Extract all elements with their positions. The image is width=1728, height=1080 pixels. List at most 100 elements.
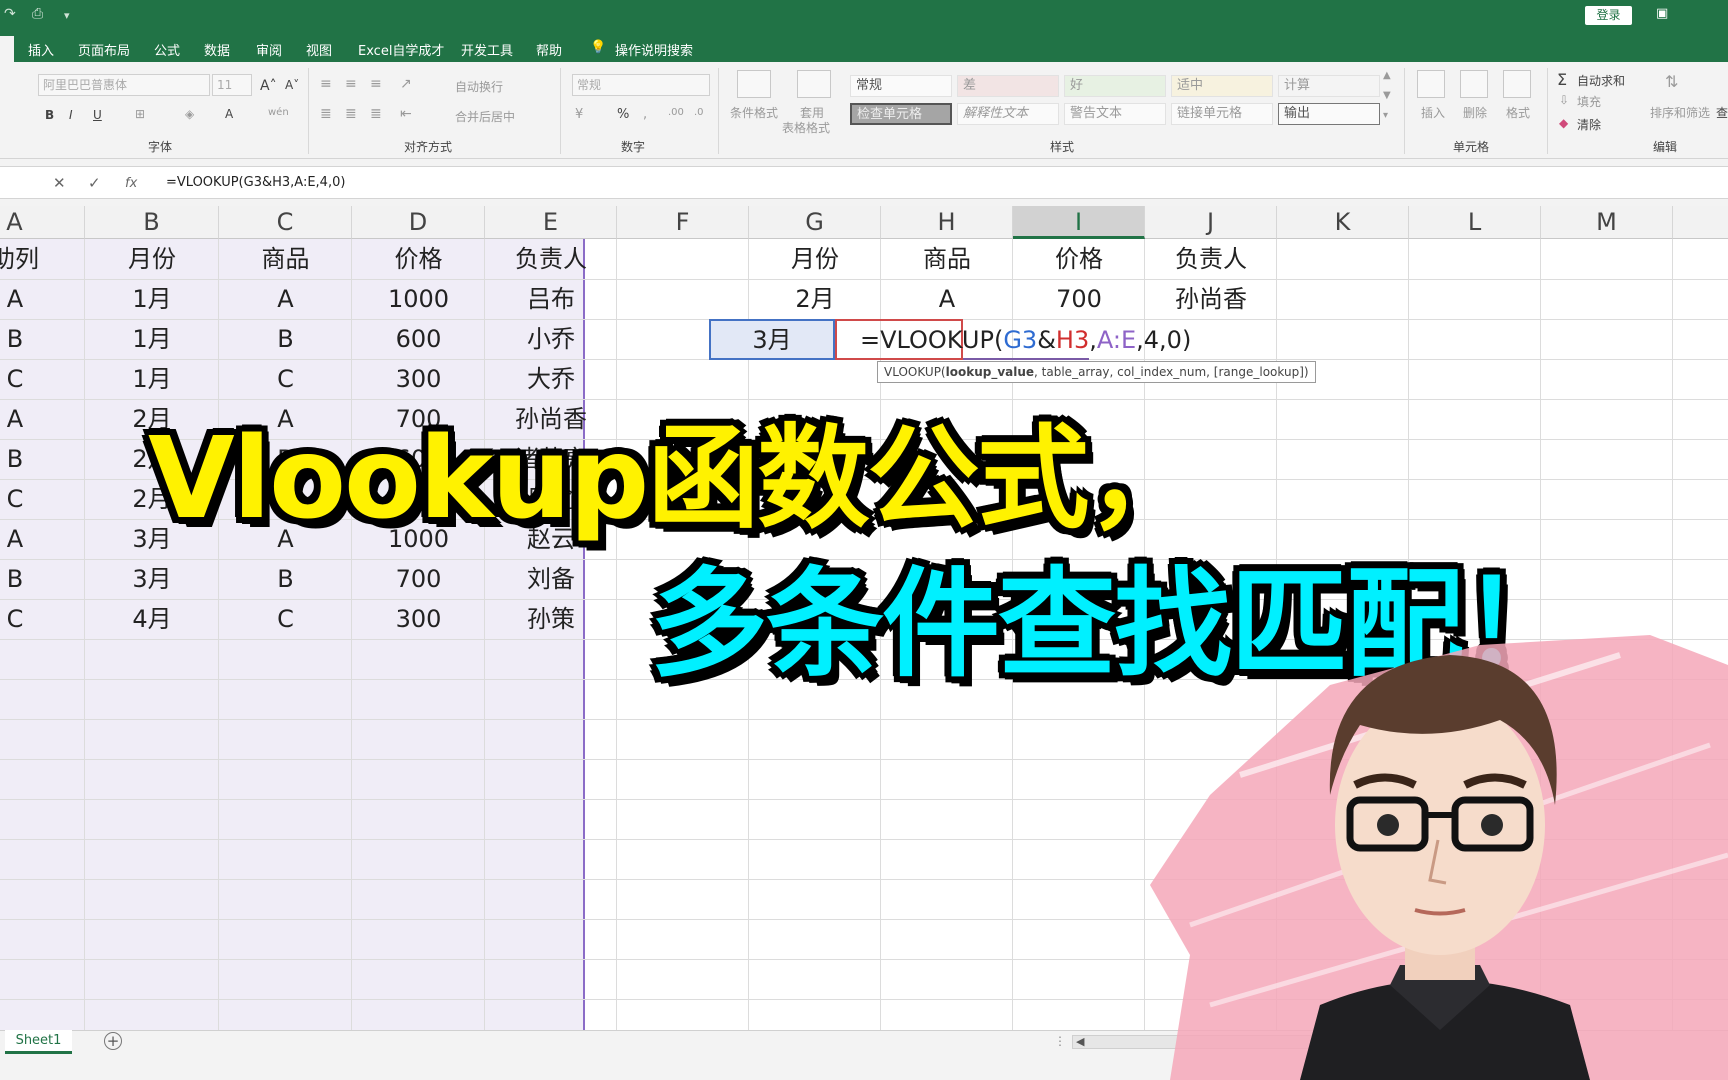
column-header-h[interactable]: H bbox=[881, 206, 1013, 239]
style-calculation[interactable]: 计算 bbox=[1278, 75, 1380, 97]
table-format-icon[interactable] bbox=[797, 70, 831, 98]
lookup-header-cell[interactable]: 负责人 bbox=[1145, 239, 1277, 279]
percent-icon[interactable]: % bbox=[617, 107, 629, 122]
number-format-select[interactable]: 常规 bbox=[572, 74, 710, 96]
column-header-l[interactable]: L bbox=[1409, 206, 1541, 239]
phonetic-icon[interactable]: wén bbox=[268, 107, 289, 118]
font-color-icon[interactable]: A bbox=[225, 107, 233, 121]
table-data-cell[interactable]: B bbox=[219, 319, 352, 359]
styles-more-icon[interactable]: ▾ bbox=[1383, 110, 1388, 121]
table-data-cell[interactable]: 刘备 bbox=[485, 559, 617, 599]
tab-page-layout[interactable]: 页面布局 bbox=[78, 40, 130, 59]
table-data-cell[interactable]: B bbox=[0, 559, 85, 599]
table-data-cell[interactable]: C bbox=[0, 599, 85, 639]
comma-icon[interactable]: , bbox=[643, 107, 647, 122]
cancel-icon[interactable]: ✕ bbox=[53, 174, 66, 192]
sheet-tab-sheet1[interactable]: Sheet1 bbox=[5, 1030, 72, 1054]
format-cells-button[interactable]: 格式 bbox=[1506, 104, 1530, 121]
column-header-g[interactable]: G bbox=[749, 206, 881, 239]
align-right-icon[interactable]: ≣ bbox=[370, 106, 382, 122]
redo-icon[interactable]: ↷ bbox=[4, 6, 16, 22]
tab-help[interactable]: 帮助 bbox=[536, 40, 562, 59]
italic-icon[interactable]: I bbox=[69, 108, 73, 122]
table-data-cell[interactable]: A bbox=[219, 279, 352, 319]
table-data-cell[interactable]: B bbox=[219, 559, 352, 599]
tab-data[interactable]: 数据 bbox=[204, 40, 230, 59]
table-data-cell[interactable]: B bbox=[0, 439, 85, 479]
column-header-e[interactable]: E bbox=[485, 206, 617, 239]
table-data-cell[interactable]: C bbox=[0, 359, 85, 399]
insert-function-icon[interactable]: fx bbox=[125, 176, 137, 191]
tab-insert[interactable]: 插入 bbox=[28, 40, 54, 59]
font-name-select[interactable]: 阿里巴巴普惠体 bbox=[38, 74, 210, 96]
delete-cells-icon[interactable] bbox=[1460, 70, 1488, 98]
fill-color-icon[interactable]: ◈ bbox=[185, 107, 194, 121]
conditional-format-icon[interactable] bbox=[737, 70, 771, 98]
column-header-k[interactable]: K bbox=[1277, 206, 1409, 239]
eraser-icon[interactable]: ◆ bbox=[1559, 116, 1568, 130]
font-size-select[interactable]: 11 bbox=[212, 74, 252, 96]
in-cell-formula[interactable]: =VLOOKUP(G3&H3,A:E,4,0) bbox=[860, 320, 1191, 360]
tab-formulas[interactable]: 公式 bbox=[154, 40, 180, 59]
tab-view[interactable]: 视图 bbox=[306, 40, 332, 59]
currency-icon[interactable]: ¥ bbox=[575, 107, 583, 122]
customize-qat-icon[interactable]: ▾ bbox=[64, 9, 70, 22]
align-center-icon[interactable]: ≣ bbox=[345, 106, 357, 122]
delete-cells-button[interactable]: 删除 bbox=[1463, 104, 1487, 121]
bold-icon[interactable]: B bbox=[45, 108, 54, 122]
table-data-cell[interactable]: A bbox=[0, 399, 85, 439]
login-button[interactable]: 登录 bbox=[1585, 6, 1632, 25]
tab-excel-self-study[interactable]: Excel自学成才 bbox=[358, 40, 444, 59]
lookup-header-cell[interactable]: 月份 bbox=[749, 239, 881, 279]
align-top-icon[interactable]: ≡ bbox=[320, 76, 332, 92]
table-data-cell[interactable]: C bbox=[0, 479, 85, 519]
table-data-cell[interactable]: 600 bbox=[352, 319, 485, 359]
lookup-header-cell[interactable]: 价格 bbox=[1013, 239, 1145, 279]
fill-icon[interactable]: ⇩ bbox=[1559, 93, 1569, 107]
indent-icon[interactable]: ⇤ bbox=[400, 106, 412, 122]
decrease-decimal-icon[interactable]: .0 bbox=[694, 107, 704, 118]
print-preview-icon[interactable]: ⎙ bbox=[32, 6, 43, 22]
increase-decimal-icon[interactable]: .00 bbox=[668, 107, 684, 118]
table-header-cell[interactable]: 负责人 bbox=[485, 239, 617, 279]
conditional-format-button[interactable]: 条件格式 bbox=[730, 104, 778, 121]
table-data-cell[interactable]: 3月 bbox=[85, 559, 219, 599]
column-header-j[interactable]: J bbox=[1145, 206, 1277, 239]
column-header-n[interactable]: N bbox=[1673, 206, 1728, 239]
lookup-header-cell[interactable]: 商品 bbox=[881, 239, 1013, 279]
merge-center-button[interactable]: 合并后居中 bbox=[455, 108, 515, 125]
table-data-cell[interactable]: C bbox=[219, 599, 352, 639]
increase-font-icon[interactable]: A˄ bbox=[260, 78, 277, 94]
enter-icon[interactable]: ✓ bbox=[88, 174, 101, 192]
styles-scroll-up-icon[interactable]: ▲ bbox=[1383, 70, 1391, 81]
column-header-m[interactable]: M bbox=[1541, 206, 1673, 239]
style-warning[interactable]: 警告文本 bbox=[1064, 103, 1166, 125]
lookup-data-cell[interactable]: A bbox=[881, 279, 1013, 319]
add-sheet-icon[interactable]: + bbox=[104, 1032, 122, 1050]
tab-developer[interactable]: 开发工具 bbox=[461, 40, 513, 59]
tell-me-search[interactable]: 操作说明搜索 bbox=[615, 40, 693, 59]
column-header-f[interactable]: F bbox=[617, 206, 749, 239]
table-data-cell[interactable]: 700 bbox=[352, 559, 485, 599]
wrap-text-button[interactable]: 自动换行 bbox=[455, 78, 503, 95]
clear-button[interactable]: 清除 bbox=[1577, 116, 1601, 133]
ribbon-display-options-icon[interactable]: ▣ bbox=[1656, 6, 1668, 21]
lookup-data-cell[interactable]: 700 bbox=[1013, 279, 1145, 319]
style-bad[interactable]: 差 bbox=[957, 75, 1059, 97]
orientation-icon[interactable]: ↗ bbox=[400, 76, 412, 92]
table-data-cell[interactable]: 1000 bbox=[352, 279, 485, 319]
table-data-cell[interactable]: B bbox=[0, 319, 85, 359]
align-middle-icon[interactable]: ≡ bbox=[345, 76, 357, 92]
sort-filter-button[interactable]: 排序和筛选 bbox=[1650, 104, 1710, 121]
style-neutral[interactable]: 适中 bbox=[1171, 75, 1273, 97]
column-header-d[interactable]: D bbox=[352, 206, 485, 239]
sort-filter-icon[interactable]: ⇅ bbox=[1665, 72, 1678, 91]
align-bottom-icon[interactable]: ≡ bbox=[370, 76, 382, 92]
cell-g3-month[interactable]: 3月 bbox=[709, 320, 835, 360]
lookup-data-cell[interactable]: 孙尚香 bbox=[1145, 279, 1277, 319]
table-format-label-2[interactable]: 表格格式 bbox=[782, 119, 830, 136]
style-explanatory[interactable]: 解释性文本 bbox=[957, 103, 1059, 125]
style-check-cell[interactable]: 检查单元格 bbox=[850, 103, 952, 125]
table-header-cell[interactable]: 商品 bbox=[219, 239, 352, 279]
table-data-cell[interactable]: 孙策 bbox=[485, 599, 617, 639]
